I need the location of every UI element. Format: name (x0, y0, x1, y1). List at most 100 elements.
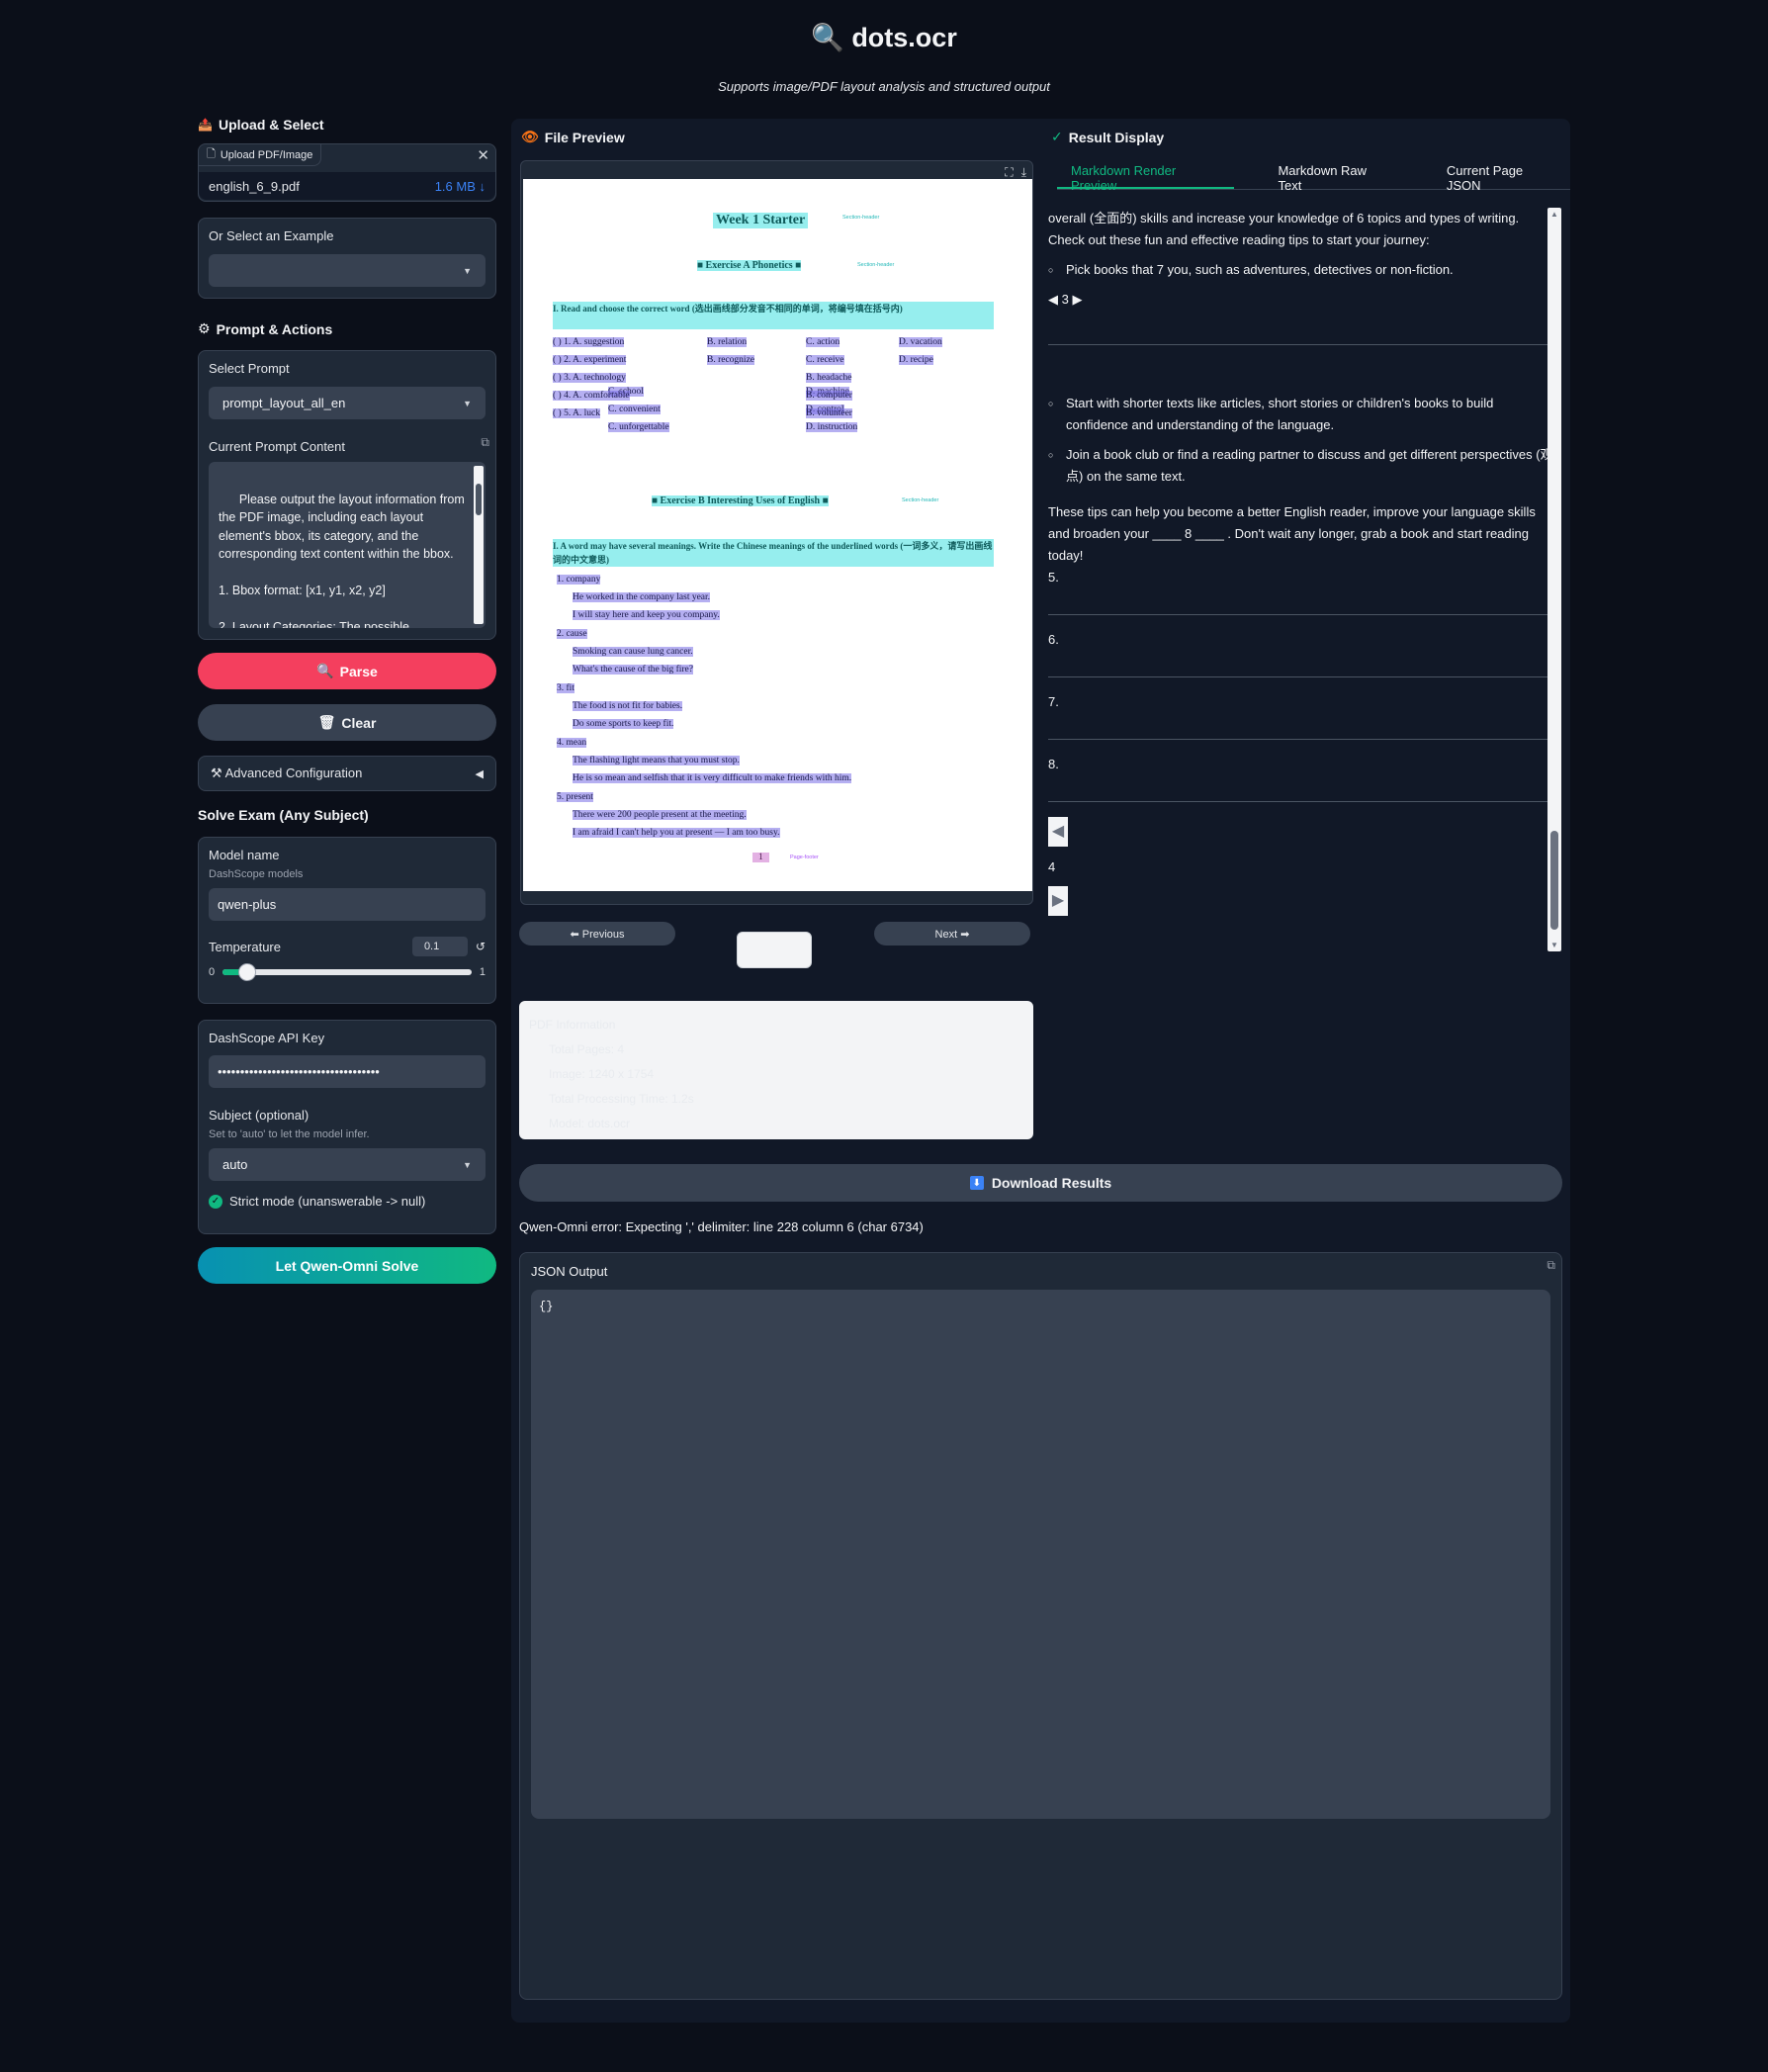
close-icon[interactable]: ✕ (477, 146, 489, 164)
md-bullet: Join a book club or find a reading partn… (1048, 444, 1557, 488)
reset-icon[interactable]: ↺ (476, 940, 486, 953)
info-line: Model: dots.ocr (549, 1117, 631, 1130)
upload-icon: 📤 (198, 118, 213, 132)
app-header: 🔍 dots.ocr Supports image/PDF layout ana… (0, 22, 1768, 94)
example-label: Or Select an Example (209, 228, 334, 243)
exercise-b-sentence: What's the cause of the big fire? (573, 665, 693, 675)
magnifier-icon: 🔍 (811, 23, 844, 52)
exercise-a-option: ( ) 1. A. suggestion (553, 337, 625, 347)
prompt-panel: Select Prompt prompt_layout_all_en ▼ ⧉ Cu… (198, 350, 496, 640)
solve-button[interactable]: Let Qwen-Omni Solve (198, 1247, 496, 1284)
exercise-b-sentence: Smoking can cause lung cancer. (573, 647, 693, 657)
checkmark-icon: ✓ (1051, 129, 1063, 144)
md-page-number: 4 (1048, 859, 1056, 874)
file-upload[interactable]: 🗋 Upload PDF/Image ✕ english_6_9.pdf 1.6 … (198, 143, 496, 202)
collapse-arrow-icon: ◀ (475, 767, 484, 780)
copy-icon[interactable]: ⧉ (1547, 1258, 1555, 1273)
exercise-a-option: D. recipe (899, 355, 933, 365)
result-scrollbar[interactable]: ▲ ▼ (1547, 208, 1561, 951)
clear-button[interactable]: 🗑 Clear (198, 704, 496, 741)
exercise-b-word: 2. cause (557, 629, 587, 639)
exercise-a-option: ( ) 2. A. experiment (553, 355, 627, 365)
md-paragraph: These tips can help you become a better … (1048, 504, 1536, 563)
page-indicator (737, 932, 812, 968)
exercise-a-option: B. computer (806, 391, 852, 401)
exercise-b-sentence: He is so mean and selfish that it is ver… (573, 773, 852, 783)
exercise-b-word: 5. present (557, 792, 593, 802)
image-arrow-right-icon[interactable]: ▶ (1048, 886, 1068, 916)
example-dropdown[interactable]: ▼ (209, 254, 486, 287)
api-key-input[interactable]: •••••••••••••••••••••••••••••••••••• (209, 1055, 486, 1088)
md-question: 8. (1048, 757, 1059, 771)
info-line: PDF Information (529, 1018, 616, 1032)
download-icon[interactable]: ⤓ (1021, 165, 1026, 180)
md-nav: ◀ 3 ▶ (1048, 292, 1083, 307)
download-icon: ⬇ (969, 1176, 984, 1190)
md-bullet: Start with shorter texts like articles, … (1048, 393, 1557, 436)
tab-markdown-render[interactable]: Markdown Render Preview (1057, 160, 1235, 193)
json-output-code[interactable]: {} (531, 1290, 1550, 1819)
api-key-label: DashScope API Key (209, 1031, 325, 1045)
trash-icon: 🗑 (317, 714, 336, 730)
exercise-b-sentence: I will stay here and keep you company. (573, 610, 720, 620)
tools-icon: ⚒ (211, 766, 222, 780)
exercise-a-option: ( ) 4. A. comfortable (553, 391, 630, 401)
image-arrow-left-icon[interactable]: ◀ (1048, 817, 1068, 847)
exercise-b-sentence: The food is not fit for babies. (573, 701, 683, 711)
solve-section-title: Solve Exam (Any Subject) (198, 807, 369, 823)
temperature-label: Temperature (209, 939, 281, 954)
copy-icon[interactable]: ⧉ (481, 435, 489, 450)
week-title: Week 1 Starter (713, 213, 809, 228)
fullscreen-icon[interactable]: ⛶ (1005, 165, 1013, 180)
md-question: 6. (1048, 632, 1059, 647)
scrollbar-thumb[interactable] (1550, 831, 1558, 930)
tab-markdown-raw[interactable]: Markdown Raw Text (1264, 160, 1402, 193)
exercise-b-sentence: Do some sports to keep fit. (573, 719, 674, 729)
result-display-title: ✓ Result Display (1051, 129, 1165, 145)
scrollbar-thumb[interactable] (476, 484, 482, 515)
info-line: Total Processing Time: 1.2s (549, 1092, 694, 1106)
tab-page-json[interactable]: Current Page JSON (1433, 160, 1570, 193)
slider-min: 0 (209, 966, 216, 978)
json-output-panel: JSON Output ⧉ {} (519, 1252, 1562, 2000)
md-bullet: Pick books that 7 you, such as adventure… (1048, 259, 1557, 281)
pdf-info-panel: PDF Information Total Pages: 4 Image: 12… (519, 1001, 1033, 1139)
previous-page-button[interactable]: ⬅ Previous (519, 922, 675, 946)
exercise-b-word: 3. fit (557, 683, 575, 693)
parse-button[interactable]: 🔍 Parse (198, 653, 496, 689)
subject-label: Subject (optional) (209, 1108, 309, 1123)
slider-handle[interactable] (238, 963, 257, 981)
subject-dropdown[interactable]: auto ▼ (209, 1148, 486, 1181)
divider (1048, 801, 1557, 802)
advanced-config-accordion[interactable]: ⚒ Advanced Configuration ◀ (198, 756, 496, 791)
prompt-dropdown[interactable]: prompt_layout_all_en ▼ (209, 387, 486, 419)
prompt-content-textarea[interactable]: Please output the layout information fro… (209, 462, 486, 628)
next-page-button[interactable]: Next ➡ (874, 922, 1030, 946)
file-icon: 🗋 (207, 148, 216, 160)
download-results-button[interactable]: ⬇ Download Results (519, 1164, 1562, 1202)
subject-hint: Set to 'auto' to let the model infer. (209, 1128, 370, 1140)
info-line: Total Pages: 4 (549, 1042, 625, 1056)
example-selector: Or Select an Example ▼ (198, 218, 496, 299)
scroll-down-icon[interactable]: ▼ (1550, 941, 1558, 949)
model-panel: Model name DashScope models qwen-plus Te… (198, 837, 496, 1004)
divider (1048, 676, 1557, 677)
textarea-scrollbar[interactable] (474, 466, 484, 624)
exercise-b-word: 1. company (557, 575, 601, 585)
gear-icon: ⚙ (198, 320, 211, 336)
exercise-a-option: C. convenient (608, 405, 661, 414)
exercise-a-option: B. headache (806, 373, 852, 383)
exercise-a-option: D. instruction (806, 422, 858, 432)
uploaded-file[interactable]: english_6_9.pdf 1.6 MB ↓ (199, 172, 495, 200)
file-size-download[interactable]: 1.6 MB ↓ (435, 179, 486, 194)
model-name-input[interactable]: qwen-plus (209, 888, 486, 921)
strict-mode-checkbox[interactable]: ✓ Strict mode (unanswerable -> null) (209, 1194, 486, 1209)
markdown-preview: overall (全面的) skills and increase your k… (1048, 208, 1557, 949)
scroll-up-icon[interactable]: ▲ (1550, 210, 1558, 219)
temperature-slider[interactable] (222, 963, 472, 981)
result-tabs: Markdown Render Preview Markdown Raw Tex… (1057, 160, 1570, 193)
temperature-input[interactable]: 0.1 (411, 937, 468, 956)
model-hint: DashScope models (209, 868, 304, 880)
exercise-a-option: B. relation (707, 337, 748, 347)
left-panel: 📤 Upload & Select 🗋 Upload PDF/Image ✕ en… (198, 117, 496, 1284)
